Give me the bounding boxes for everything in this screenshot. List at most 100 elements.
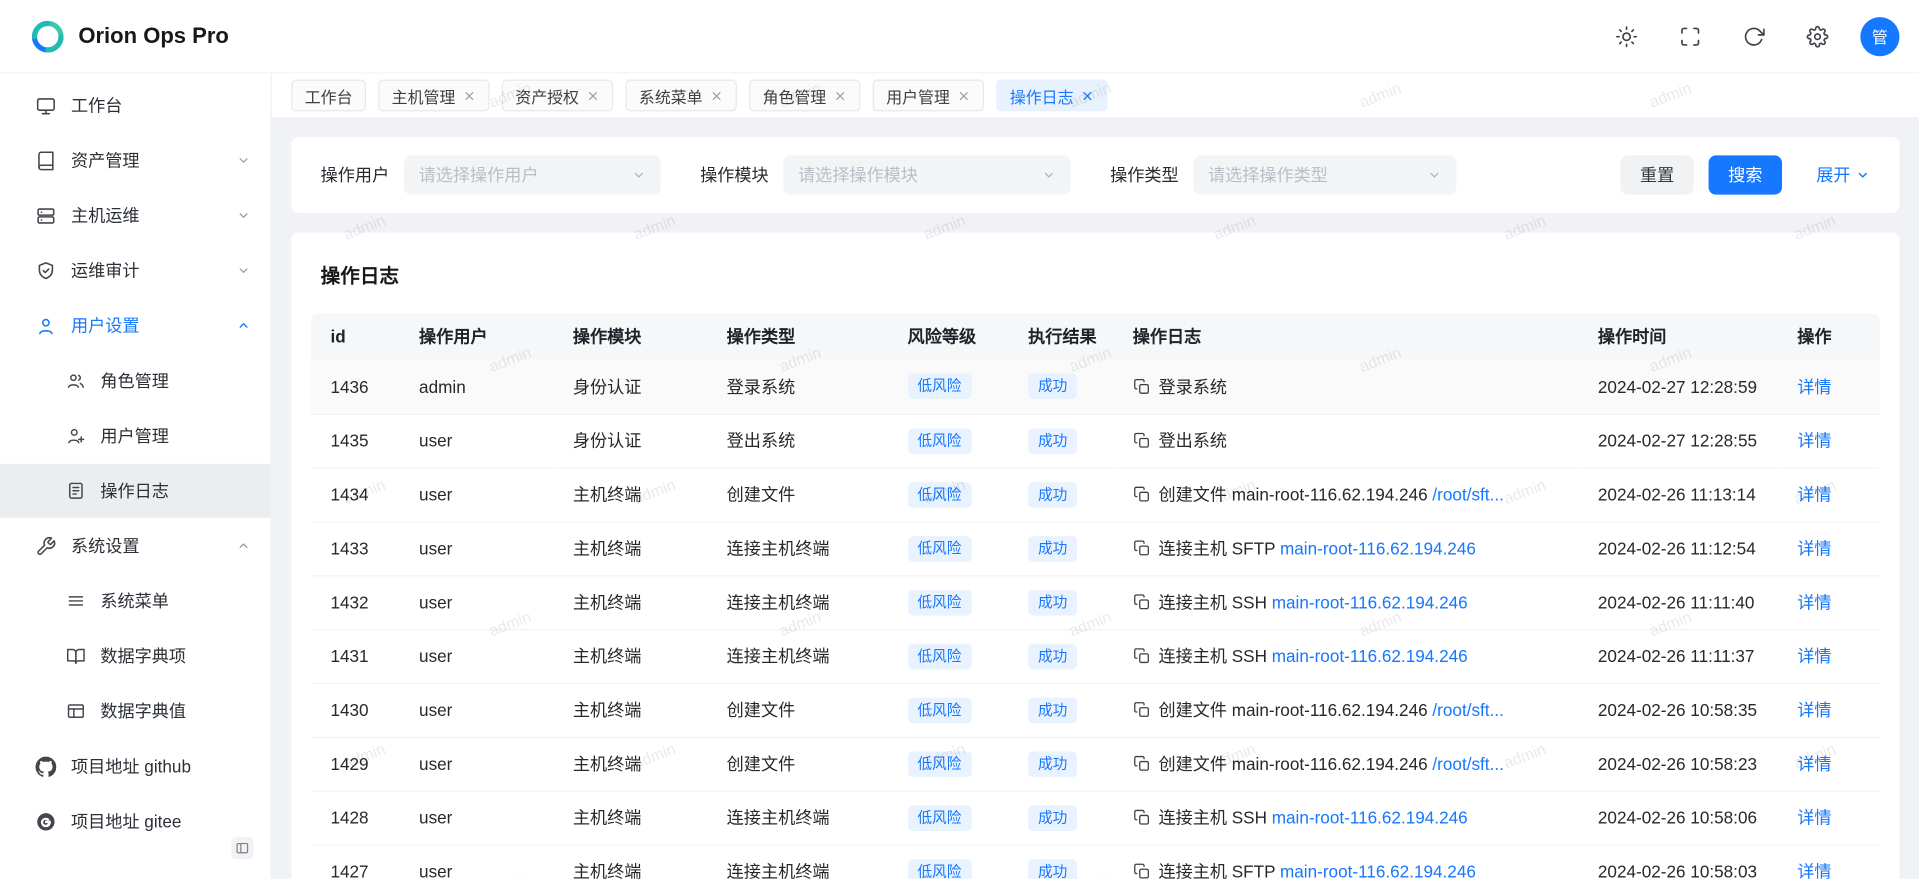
- cell-user: user: [399, 791, 553, 845]
- filter-select-module[interactable]: 请选择操作模块: [783, 155, 1071, 194]
- copy-icon[interactable]: [1133, 755, 1150, 772]
- detail-link[interactable]: 详情: [1797, 592, 1831, 612]
- sidebar-item-role-management[interactable]: 角色管理: [0, 354, 270, 408]
- tab-system-menu[interactable]: 系统菜单: [625, 80, 736, 112]
- sidebar-collapse-button[interactable]: [231, 837, 253, 859]
- sidebar-item-user-settings[interactable]: 用户设置: [0, 299, 270, 353]
- log-link[interactable]: main-root-116.62.194.246: [1280, 862, 1476, 879]
- log-text: 创建文件 main-root-116.62.194.246: [1158, 700, 1427, 720]
- menu-icon: [66, 591, 86, 611]
- tab-role-management[interactable]: 角色管理: [749, 80, 860, 112]
- copy-icon[interactable]: [1133, 809, 1150, 826]
- sidebar-item-user-management[interactable]: 用户管理: [0, 409, 270, 463]
- tab-asset-auth[interactable]: 资产授权: [502, 80, 613, 112]
- result-badge: 成功: [1028, 859, 1077, 879]
- github-icon: [35, 756, 56, 777]
- cell-id: 1429: [311, 737, 400, 791]
- log-link[interactable]: main-root-116.62.194.246: [1272, 646, 1468, 666]
- sidebar-item-system-settings[interactable]: 系统设置: [0, 519, 270, 573]
- column-header: 执行结果: [1009, 313, 1114, 360]
- cell-log: 创建文件 main-root-116.62.194.246 /root/sft.…: [1113, 468, 1578, 522]
- filter-label: 操作类型: [1110, 163, 1179, 187]
- sidebar-item-dict-value[interactable]: 数据字典值: [0, 684, 270, 738]
- sidebar-item-label: 系统设置: [71, 534, 236, 558]
- sidebar-item-github[interactable]: 项目地址 github: [0, 739, 270, 793]
- copy-icon[interactable]: [1133, 486, 1150, 503]
- tab-close-icon[interactable]: [586, 89, 599, 102]
- theme-button[interactable]: [1606, 15, 1648, 57]
- expand-toggle[interactable]: 展开: [1816, 163, 1870, 187]
- settings-button[interactable]: [1797, 15, 1839, 57]
- tab-operation-log[interactable]: 操作日志: [996, 80, 1107, 112]
- log-link[interactable]: /root/sft...: [1432, 754, 1503, 774]
- chevron-down-icon: [1427, 168, 1442, 183]
- tab-close-icon[interactable]: [1081, 89, 1094, 102]
- gear-icon: [1806, 25, 1828, 47]
- cell-type: 创建文件: [707, 468, 888, 522]
- cell-type: 连接主机终端: [707, 575, 888, 629]
- sidebar-item-host-ops[interactable]: 主机运维: [0, 188, 270, 242]
- sidebar-item-label: 用户管理: [100, 423, 251, 447]
- table-icon: [66, 701, 86, 721]
- tab-user-management[interactable]: 用户管理: [873, 80, 984, 112]
- reset-button[interactable]: 重置: [1620, 155, 1693, 194]
- search-button[interactable]: 搜索: [1709, 155, 1782, 194]
- log-link[interactable]: main-root-116.62.194.246: [1272, 808, 1468, 828]
- table-row: 1431 user 主机终端 连接主机终端 低风险 成功 连接主机 SSH ma…: [311, 629, 1880, 683]
- copy-icon[interactable]: [1133, 863, 1150, 879]
- sidebar-item-label: 主机运维: [71, 203, 236, 227]
- detail-link[interactable]: 详情: [1797, 539, 1831, 559]
- tab-host-management[interactable]: 主机管理: [378, 80, 489, 112]
- filter-select-user[interactable]: 请选择操作用户: [404, 155, 661, 194]
- result-badge: 成功: [1028, 697, 1077, 723]
- refresh-button[interactable]: [1733, 15, 1775, 57]
- cell-id: 1431: [311, 629, 400, 683]
- tab-workbench[interactable]: 工作台: [291, 80, 366, 112]
- sidebar-item-workbench[interactable]: 工作台: [0, 78, 270, 132]
- log-link[interactable]: /root/sft...: [1432, 700, 1503, 720]
- cell-log: 登出系统: [1113, 414, 1578, 468]
- filter-actions: 重置 搜索 展开: [1620, 155, 1870, 194]
- detail-link[interactable]: 详情: [1797, 754, 1831, 774]
- sidebar-item-operation-log[interactable]: 操作日志: [0, 464, 270, 518]
- copy-icon[interactable]: [1133, 540, 1150, 557]
- tab-close-icon[interactable]: [834, 89, 847, 102]
- detail-link[interactable]: 详情: [1797, 808, 1831, 828]
- detail-link[interactable]: 详情: [1797, 700, 1831, 720]
- detail-link[interactable]: 详情: [1797, 431, 1831, 451]
- log-text: 登出系统: [1158, 431, 1227, 451]
- filter-select-type[interactable]: 请选择操作类型: [1193, 155, 1456, 194]
- sidebar-item-ops-audit[interactable]: 运维审计: [0, 244, 270, 298]
- copy-icon[interactable]: [1133, 378, 1150, 395]
- tool-icon: [35, 535, 56, 556]
- filter-label: 操作模块: [700, 163, 769, 187]
- user-avatar[interactable]: 管: [1860, 17, 1899, 56]
- cell-user: user: [399, 414, 553, 468]
- detail-link[interactable]: 详情: [1797, 485, 1831, 505]
- log-link[interactable]: main-root-116.62.194.246: [1280, 539, 1476, 559]
- log-text: 连接主机 SFTP: [1158, 539, 1275, 559]
- risk-badge: 低风险: [908, 374, 972, 400]
- host-icon: [35, 205, 56, 226]
- detail-link[interactable]: 详情: [1797, 862, 1831, 879]
- tab-close-icon[interactable]: [463, 89, 476, 102]
- detail-link[interactable]: 详情: [1797, 377, 1831, 397]
- log-link[interactable]: main-root-116.62.194.246: [1272, 592, 1468, 612]
- cell-module: 主机终端: [553, 791, 707, 845]
- tab-close-icon[interactable]: [957, 89, 970, 102]
- copy-icon[interactable]: [1133, 701, 1150, 718]
- workbench-icon: [35, 95, 56, 116]
- fullscreen-button[interactable]: [1669, 15, 1711, 57]
- log-link[interactable]: /root/sft...: [1432, 485, 1503, 505]
- tab-close-icon[interactable]: [710, 89, 723, 102]
- copy-icon[interactable]: [1133, 432, 1150, 449]
- copy-icon[interactable]: [1133, 647, 1150, 664]
- tab-label: 操作日志: [1010, 84, 1074, 107]
- copy-icon[interactable]: [1133, 594, 1150, 611]
- sidebar-item-system-menu[interactable]: 系统菜单: [0, 574, 270, 628]
- cell-log: 连接主机 SFTP main-root-116.62.194.246: [1113, 844, 1578, 878]
- detail-link[interactable]: 详情: [1797, 646, 1831, 666]
- sidebar-item-dict-item[interactable]: 数据字典项: [0, 629, 270, 683]
- sidebar-item-gitee[interactable]: 项目地址 gitee: [0, 794, 270, 848]
- sidebar-item-asset-management[interactable]: 资产管理: [0, 133, 270, 187]
